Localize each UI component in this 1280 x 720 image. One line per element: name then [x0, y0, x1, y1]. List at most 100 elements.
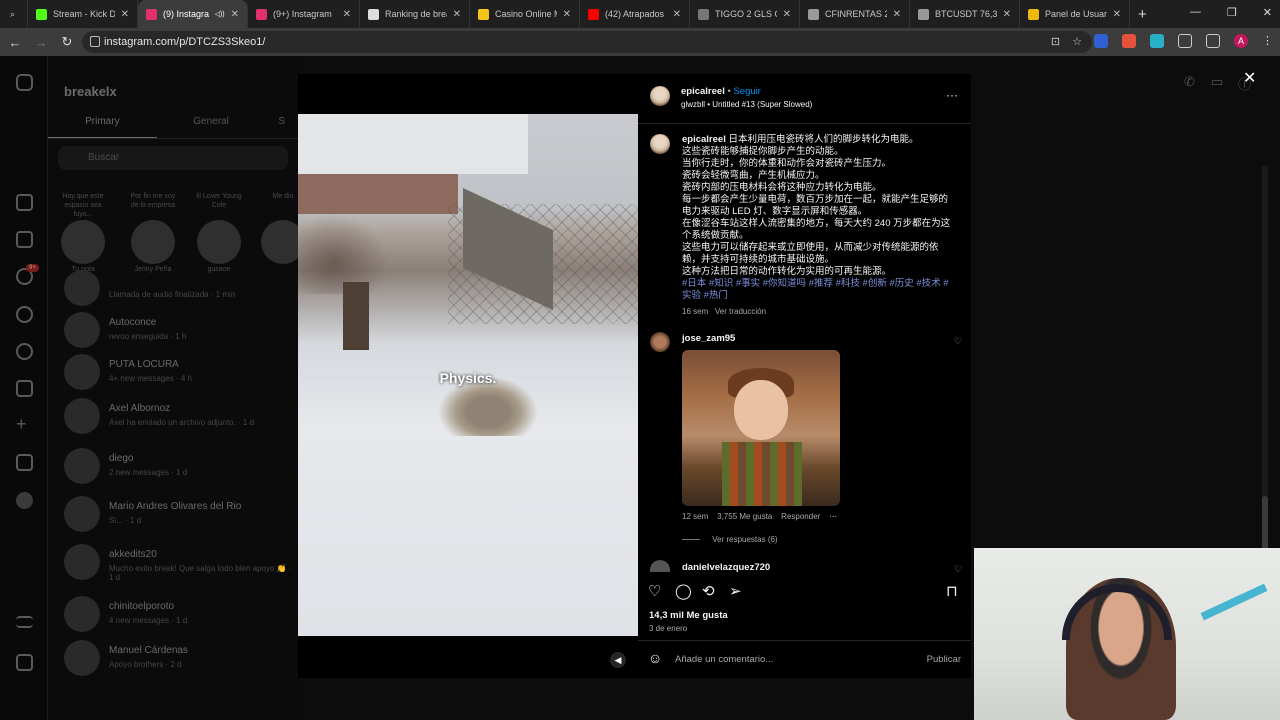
browser-tab[interactable]: BTCUSDT 76,327. ✕ — [910, 0, 1020, 28]
publish-button[interactable]: Publicar — [927, 654, 961, 665]
hashtags[interactable]: 实验 #热门 — [682, 290, 952, 302]
caption-username[interactable]: epicalreel — [682, 134, 726, 145]
note-item[interactable]: Hay que este espacio sea fuyo...Tu nota — [58, 192, 108, 273]
more-options-icon[interactable]: ··· — [946, 88, 958, 102]
comment-gif-image[interactable] — [682, 350, 840, 506]
profile-avatar[interactable]: A — [1234, 34, 1248, 48]
repost-icon[interactable]: ⟲ — [702, 582, 715, 600]
heart-icon[interactable] — [16, 380, 33, 397]
conversation-item[interactable]: diego 2 new messages · 1 d — [64, 448, 294, 492]
address-bar[interactable]: instagram.com/p/DTCZS3Skeo1/ ⊡ ☆ — [82, 31, 1092, 53]
video-call-icon[interactable]: ▭ — [1211, 74, 1223, 90]
tab-close-icon[interactable]: ✕ — [783, 9, 791, 20]
conversation-item[interactable]: akkedits20 Mucho exito break! Que salga t… — [64, 544, 294, 588]
save-bookmark-icon[interactable]: ⊓ — [946, 582, 958, 600]
instagram-logo-icon[interactable] — [16, 74, 33, 91]
browser-tab[interactable]: Casino Online Me ✕ — [470, 0, 580, 28]
site-info-icon[interactable] — [90, 36, 100, 47]
browser-tab[interactable]: CFINRENTAS 2.31 ✕ — [800, 0, 910, 28]
commenter-username[interactable]: jose_zam95 — [682, 333, 735, 344]
share-icon[interactable]: ➢ — [729, 582, 742, 600]
note-item[interactable]: Por fin me voy de la empresa Jenny Peña — [128, 192, 178, 273]
close-modal-icon[interactable]: ✕ — [1243, 68, 1256, 88]
caption-avatar[interactable] — [650, 134, 670, 154]
extension-icon[interactable] — [1094, 34, 1108, 48]
note-item[interactable]: lil Lover Young Cole gusaoe — [194, 192, 244, 273]
conversation-item[interactable]: chinitoelporoto 4 new messages · 1 d — [64, 596, 294, 640]
conversation-item[interactable]: Autoconce revoo enseguida · 1 h — [64, 312, 294, 356]
tab-close-icon[interactable]: ✕ — [563, 9, 571, 20]
browser-tab[interactable]: TIGGO 2 GLS CVT ✕ — [690, 0, 800, 28]
home-icon[interactable] — [16, 194, 33, 211]
conversation-item[interactable]: Manuel Cárdenas Apoyo brothers · 2 d — [64, 640, 294, 684]
hashtags[interactable]: #日本 #知识 #事实 #你知道吗 #推荐 #科技 #创新 #历史 #技术 # — [682, 278, 952, 290]
view-replies-link[interactable]: Ver respuestas (6) — [712, 535, 777, 544]
dashboard-icon[interactable] — [16, 454, 33, 471]
browser-tab[interactable]: (9+) Instagram ✕ — [248, 0, 360, 28]
author-username[interactable]: epicalreel — [681, 86, 725, 97]
create-icon[interactable]: + — [16, 415, 33, 434]
volume-icon[interactable]: ◀ — [610, 652, 626, 668]
browser-tab[interactable]: Stream - Kick Das ✕ — [28, 0, 138, 28]
commenter-avatar[interactable] — [650, 332, 670, 352]
translate-link[interactable]: Ver traducción — [715, 307, 766, 316]
search-icon[interactable] — [16, 306, 33, 323]
author-avatar[interactable] — [650, 86, 670, 106]
reels-icon[interactable] — [16, 231, 33, 248]
reply-link[interactable]: Responder — [781, 512, 820, 521]
scrollbar-thumb[interactable] — [1262, 496, 1268, 556]
browser-tab[interactable]: Ranking de breake ✕ — [360, 0, 470, 28]
tab-close-icon[interactable]: ✕ — [1003, 9, 1011, 20]
conversation-item[interactable]: PUTA LOCURA 4+ new messages · 4 h — [64, 354, 294, 398]
more-menu-icon[interactable] — [16, 616, 33, 628]
reload-icon[interactable]: ↻ — [60, 34, 74, 50]
follow-button[interactable]: Seguir — [733, 86, 760, 97]
profile-avatar-icon[interactable] — [16, 492, 33, 509]
comment-more-icon[interactable]: ··· — [829, 512, 837, 521]
conversation-item[interactable]: Llamada de audio finalizada · 1 min — [64, 270, 294, 314]
search-input[interactable]: Buscar — [58, 146, 288, 170]
tab-search-icon[interactable]: ⌕ — [4, 0, 28, 28]
new-tab-button[interactable]: + — [1138, 6, 1147, 23]
tab-close-icon[interactable]: ✕ — [893, 9, 901, 20]
comment-likes[interactable]: 3,755 Me gusta — [717, 512, 772, 521]
audio-track[interactable]: glwzbll • Untitled #13 (Super Slowed) — [681, 100, 812, 109]
conversation-item[interactable]: Axel Albornoz Axel ha enviado un archivo … — [64, 398, 294, 442]
like-comment-icon[interactable]: ♡ — [954, 336, 962, 347]
tab-close-icon[interactable]: ✕ — [673, 9, 681, 20]
like-comment-icon[interactable]: ♡ — [954, 564, 962, 575]
install-app-icon[interactable]: ⊡ — [1051, 35, 1060, 48]
bookmark-star-icon[interactable]: ☆ — [1072, 35, 1082, 48]
extension-icon[interactable] — [1150, 34, 1164, 48]
account-username[interactable]: breakelx — [64, 84, 117, 99]
tab-close-icon[interactable]: ✕ — [231, 9, 239, 20]
commenter-username[interactable]: danielvelazquez720 — [682, 562, 770, 573]
extension-icon[interactable] — [1122, 34, 1136, 48]
browser-tab[interactable]: Panel de Usuario ✕ — [1020, 0, 1130, 28]
tab-general[interactable]: General — [157, 114, 266, 138]
commenter-avatar[interactable] — [650, 560, 670, 572]
tab-primary[interactable]: Primary — [48, 114, 157, 138]
tab-requests[interactable]: S — [265, 114, 298, 138]
back-icon[interactable]: ← — [8, 35, 22, 50]
tab-audio-icon[interactable]: ◁)) — [215, 10, 225, 18]
like-heart-icon[interactable]: ♡ — [648, 582, 661, 600]
browser-tab[interactable]: (42) Atrapados 13 ✕ — [580, 0, 690, 28]
tab-close-icon[interactable]: ✕ — [453, 9, 461, 20]
minimize-icon[interactable]: — — [1190, 6, 1201, 19]
post-video[interactable]: Physics. — [298, 114, 638, 636]
tab-close-icon[interactable]: ✕ — [1113, 9, 1121, 20]
restore-icon[interactable]: ❐ — [1227, 6, 1237, 19]
phone-icon[interactable]: ✆ — [1184, 74, 1195, 90]
comment-icon[interactable]: ◯ — [675, 582, 692, 600]
emoji-icon[interactable]: ☺ — [648, 650, 662, 666]
conversation-item[interactable]: Mario Andres Olivares del Rio Si... · 1 d — [64, 496, 294, 540]
close-window-icon[interactable]: ✕ — [1263, 6, 1272, 19]
puzzle-icon[interactable] — [1178, 34, 1192, 48]
tab-close-icon[interactable]: ✕ — [121, 9, 129, 20]
like-count[interactable]: 14,3 mil Me gusta — [649, 610, 728, 621]
threads-icon[interactable] — [16, 654, 33, 671]
tab-close-icon[interactable]: ✕ — [343, 9, 351, 20]
browser-tab[interactable]: (9) Instagram ◁)) ✕ — [138, 0, 248, 28]
explore-icon[interactable] — [16, 343, 33, 360]
